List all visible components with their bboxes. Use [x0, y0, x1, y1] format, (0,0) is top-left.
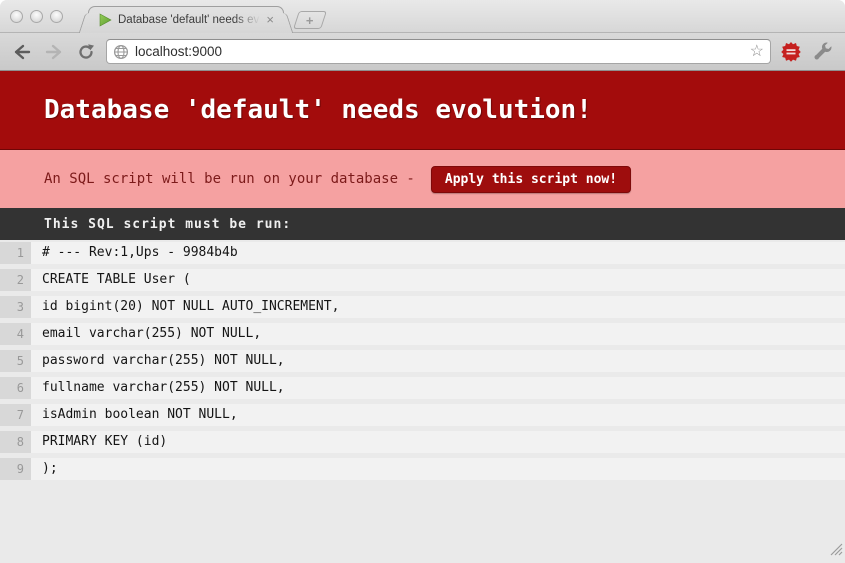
page-title: Database 'default' needs evolution!	[44, 95, 592, 125]
line-code: );	[31, 458, 845, 480]
extension-icon[interactable]	[779, 40, 803, 64]
line-code: id bigint(20) NOT NULL AUTO_INCREMENT,	[31, 296, 845, 318]
bookmark-star-icon[interactable]: ☆	[750, 44, 764, 60]
line-number: 8	[0, 431, 31, 453]
play-favicon-icon	[98, 13, 112, 27]
close-window-button[interactable]	[10, 10, 23, 23]
reload-button[interactable]	[74, 40, 98, 64]
line-code: # --- Rev:1,Ups - 9984b4b	[31, 242, 845, 264]
plus-icon: +	[306, 14, 314, 27]
traffic-lights	[10, 10, 63, 23]
script-lines: 1 # --- Rev:1,Ups - 9984b4b 2 CREATE TAB…	[0, 240, 845, 480]
sql-banner: An SQL script will be run on your databa…	[0, 150, 845, 208]
tab-title: Database 'default' needs evo	[118, 14, 263, 26]
script-line: 6 fullname varchar(255) NOT NULL,	[0, 377, 845, 399]
line-number: 2	[0, 269, 31, 291]
reload-icon	[77, 43, 95, 61]
script-line: 7 isAdmin boolean NOT NULL,	[0, 404, 845, 426]
back-arrow-icon	[13, 44, 31, 60]
script-bar: This SQL script must be run:	[0, 208, 845, 240]
globe-icon	[113, 44, 129, 60]
extension-badge-icon	[781, 42, 801, 62]
script-line: 8 PRIMARY KEY (id)	[0, 431, 845, 453]
tab-strip: Database 'default' needs evo × +	[0, 0, 845, 33]
browser-toolbar: localhost:9000 ☆	[0, 33, 845, 71]
line-number: 5	[0, 350, 31, 372]
banner-message: An SQL script will be run on your databa…	[44, 171, 415, 187]
line-code: isAdmin boolean NOT NULL,	[31, 404, 845, 426]
back-button[interactable]	[10, 40, 34, 64]
line-number: 9	[0, 458, 31, 480]
minimize-window-button[interactable]	[30, 10, 43, 23]
line-code: fullname varchar(255) NOT NULL,	[31, 377, 845, 399]
script-line: 1 # --- Rev:1,Ups - 9984b4b	[0, 242, 845, 264]
forward-button[interactable]	[42, 40, 66, 64]
script-line: 4 email varchar(255) NOT NULL,	[0, 323, 845, 345]
address-bar[interactable]: localhost:9000 ☆	[106, 39, 771, 64]
evolution-header: Database 'default' needs evolution!	[0, 71, 845, 150]
new-tab-button[interactable]: +	[293, 11, 327, 29]
url-text[interactable]: localhost:9000	[135, 44, 744, 59]
line-code: CREATE TABLE User (	[31, 269, 845, 291]
resize-grip-icon[interactable]	[830, 543, 843, 561]
line-number: 4	[0, 323, 31, 345]
line-number: 6	[0, 377, 31, 399]
tab-close-icon[interactable]: ×	[263, 13, 277, 27]
line-number: 3	[0, 296, 31, 318]
apply-script-button[interactable]: Apply this script now!	[431, 166, 631, 193]
zoom-window-button[interactable]	[50, 10, 63, 23]
script-line: 9 );	[0, 458, 845, 480]
line-number: 7	[0, 404, 31, 426]
line-number: 1	[0, 242, 31, 264]
line-code: password varchar(255) NOT NULL,	[31, 350, 845, 372]
line-code: email varchar(255) NOT NULL,	[31, 323, 845, 345]
script-bar-label: This SQL script must be run:	[44, 217, 291, 232]
browser-tab[interactable]: Database 'default' needs evo ×	[88, 6, 284, 33]
browser-window: Database 'default' needs evo × +	[0, 0, 845, 563]
wrench-icon[interactable]	[811, 40, 835, 64]
script-line: 5 password varchar(255) NOT NULL,	[0, 350, 845, 372]
script-line: 3 id bigint(20) NOT NULL AUTO_INCREMENT,	[0, 296, 845, 318]
script-line: 2 CREATE TABLE User (	[0, 269, 845, 291]
line-code: PRIMARY KEY (id)	[31, 431, 845, 453]
forward-arrow-icon	[45, 44, 63, 60]
wrench-settings-icon	[813, 42, 833, 62]
